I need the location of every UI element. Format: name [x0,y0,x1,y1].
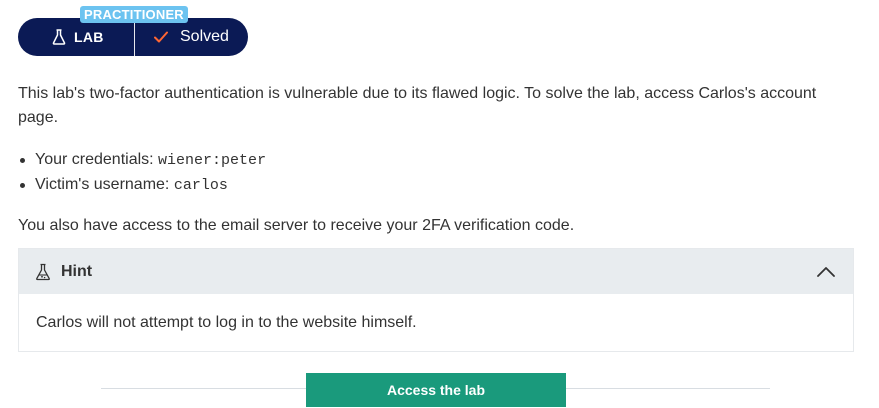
list-item: Victim's username: carlos [18,173,266,198]
credentials-label: Your credentials: [35,151,159,168]
victim-username-value: carlos [173,177,228,194]
lab-status-pill: LAB Solved [18,18,248,56]
lab-status-widget: PRACTITIONER LAB Solved [18,6,250,58]
hint-body: Carlos will not attempt to log in to the… [36,314,417,331]
list-item: Your credentials: wiener:peter [18,148,266,173]
email-server-note: You also have access to the email server… [18,217,575,234]
hint-panel: Hint Carlos will not attempt to log in t… [18,248,854,352]
lab-status-section: Solved [135,18,229,56]
hint-toggle[interactable]: Hint [19,249,853,294]
check-icon [154,31,168,43]
lab-label: LAB [74,29,104,45]
pill-divider [134,18,135,56]
flask-icon [36,263,50,280]
lab-status-text: Solved [180,28,229,45]
level-badge: PRACTITIONER [80,6,188,23]
credentials-value: wiener:peter [158,152,267,169]
lab-label-section: LAB [18,18,134,56]
access-lab-button[interactable]: Access the lab [306,373,566,407]
lab-description: This lab's two-factor authentication is … [18,85,817,126]
chevron-up-icon[interactable] [817,266,835,277]
flask-icon [52,29,66,45]
victim-username-label: Victim's username: [35,176,174,193]
credentials-list: Your credentials: wiener:peter Victim's … [18,148,266,198]
hint-title: Hint [61,262,93,280]
